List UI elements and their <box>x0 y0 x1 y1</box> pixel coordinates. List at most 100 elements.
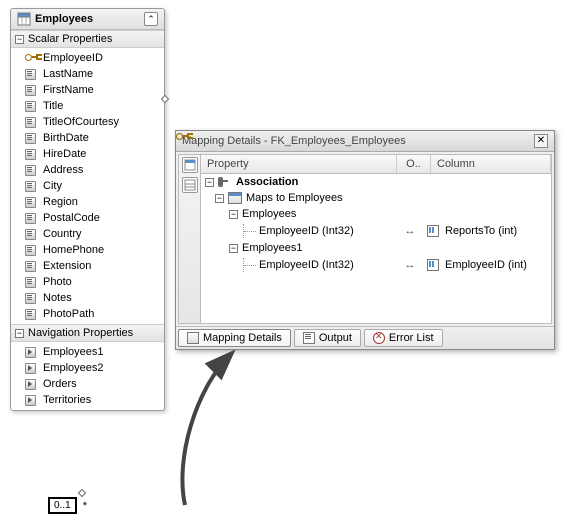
nav-property-item[interactable]: Territories <box>11 392 164 408</box>
error-tab-icon <box>373 332 385 344</box>
mapping-titlebar[interactable]: Mapping Details - FK_Employees_Employees… <box>176 131 554 152</box>
callout-arrow <box>165 350 255 510</box>
tree-row-mapping[interactable]: EmployeeID (Int32) ↔ ReportsTo (int) <box>201 222 551 240</box>
entity-header[interactable]: Employees ⌃ <box>11 9 164 30</box>
tree-connector <box>243 224 259 238</box>
scalar-section-label: Scalar Properties <box>28 33 112 45</box>
col-operator[interactable]: O.. <box>397 155 431 173</box>
property-item[interactable]: Region <box>11 194 164 210</box>
property-item[interactable]: Notes <box>11 290 164 306</box>
property-item[interactable]: TitleOfCourtesy <box>11 114 164 130</box>
property-label: Title <box>43 100 63 112</box>
bidirectional-arrow-icon: ↔ <box>405 225 416 237</box>
property-label: Notes <box>43 292 72 304</box>
property-label: Extension <box>43 260 91 272</box>
tree-row-maps-to[interactable]: − Maps to Employees <box>201 190 551 206</box>
nav-property-icon <box>25 362 39 374</box>
scalar-property-icon <box>25 196 39 208</box>
close-icon[interactable]: ✕ <box>534 134 548 148</box>
property-label: PhotoPath <box>43 308 94 320</box>
property-item[interactable]: Address <box>11 162 164 178</box>
scalar-property-icon <box>25 116 39 128</box>
tab-output[interactable]: Output <box>294 329 361 347</box>
tree-row-end[interactable]: − Employees <box>201 206 551 222</box>
property-label: EmployeeID <box>43 52 103 64</box>
property-item[interactable]: HireDate <box>11 146 164 162</box>
nav-property-item[interactable]: Employees1 <box>11 344 164 360</box>
tab-mapping-details[interactable]: Mapping Details <box>178 329 291 347</box>
association-icon <box>218 176 232 188</box>
column-label: ReportsTo (int) <box>445 225 517 237</box>
scalar-property-icon <box>25 228 39 240</box>
scalar-property-icon <box>25 164 39 176</box>
connector-handle[interactable] <box>78 489 86 497</box>
tree-row-mapping[interactable]: EmployeeID (Int32) ↔ EmployeeID (int) <box>201 256 551 274</box>
property-item[interactable]: LastName <box>11 66 164 82</box>
nav-property-icon <box>25 346 39 358</box>
bidirectional-arrow-icon: ↔ <box>405 259 416 271</box>
mapping-body: Property O.. Column − Association − Maps… <box>178 154 552 324</box>
nav-property-item[interactable]: Orders <box>11 376 164 392</box>
property-item[interactable]: Photo <box>11 274 164 290</box>
scalar-property-icon <box>25 244 39 256</box>
property-label: EmployeeID (Int32) <box>259 259 354 271</box>
property-item[interactable]: Extension <box>11 258 164 274</box>
property-item[interactable]: Country <box>11 226 164 242</box>
association-label: Association <box>236 176 298 188</box>
property-label: Orders <box>43 378 77 390</box>
scalar-property-icon <box>25 180 39 192</box>
collapse-button[interactable]: ⌃ <box>144 12 158 26</box>
property-label: Country <box>43 228 82 240</box>
col-column[interactable]: Column <box>431 155 551 173</box>
expander-icon[interactable]: − <box>15 329 24 338</box>
property-item[interactable]: BirthDate <box>11 130 164 146</box>
expander-icon[interactable]: − <box>229 244 238 253</box>
view-mode-icon[interactable] <box>182 177 198 193</box>
nav-property-icon <box>25 394 39 406</box>
scalar-property-icon <box>25 132 39 144</box>
grid-header: Property O.. Column <box>201 155 551 174</box>
property-item[interactable]: Title <box>11 98 164 114</box>
bottom-tab-bar: Mapping Details Output Error List <box>176 326 554 349</box>
property-item[interactable]: PhotoPath <box>11 306 164 322</box>
expander-icon[interactable]: − <box>15 35 24 44</box>
nav-property-item[interactable]: Employees2 <box>11 360 164 376</box>
table-icon <box>228 192 242 204</box>
end-label: Employees <box>242 208 296 220</box>
multiplicity-labels: 0..1 * <box>48 497 87 514</box>
nav-property-icon <box>25 378 39 390</box>
property-label: EmployeeID (Int32) <box>259 225 354 237</box>
property-item[interactable]: HomePhone <box>11 242 164 258</box>
expander-icon[interactable]: − <box>229 210 238 219</box>
property-label: Employees1 <box>43 346 104 358</box>
tab-error-list[interactable]: Error List <box>364 329 443 347</box>
mapping-title: Mapping Details - FK_Employees_Employees <box>182 135 534 147</box>
tree-row-association[interactable]: − Association <box>201 174 551 190</box>
expander-icon[interactable]: − <box>215 194 224 203</box>
nav-section-label: Navigation Properties <box>28 327 133 339</box>
property-item[interactable]: EmployeeID <box>11 50 164 66</box>
property-label: Address <box>43 164 83 176</box>
view-mode-icon[interactable] <box>182 157 198 173</box>
col-property[interactable]: Property <box>201 155 397 173</box>
column-label: EmployeeID (int) <box>445 259 527 271</box>
property-label: PostalCode <box>43 212 100 224</box>
property-item[interactable]: City <box>11 178 164 194</box>
property-item[interactable]: FirstName <box>11 82 164 98</box>
property-label: Territories <box>43 394 91 406</box>
tab-label: Mapping Details <box>203 332 282 344</box>
expander-icon[interactable]: − <box>205 178 214 187</box>
scalar-section-header[interactable]: − Scalar Properties <box>11 30 164 48</box>
scalar-property-icon <box>25 100 39 112</box>
mapping-left-rail <box>179 155 201 323</box>
property-label: TitleOfCourtesy <box>43 116 119 128</box>
property-label: HomePhone <box>43 244 104 256</box>
output-tab-icon <box>303 332 315 344</box>
property-label: City <box>43 180 62 192</box>
column-icon <box>427 225 441 237</box>
scalar-property-icon <box>25 276 39 288</box>
nav-section-header[interactable]: − Navigation Properties <box>11 324 164 342</box>
scalar-property-icon <box>25 292 39 304</box>
property-item[interactable]: PostalCode <box>11 210 164 226</box>
tree-row-end[interactable]: − Employees1 <box>201 240 551 256</box>
